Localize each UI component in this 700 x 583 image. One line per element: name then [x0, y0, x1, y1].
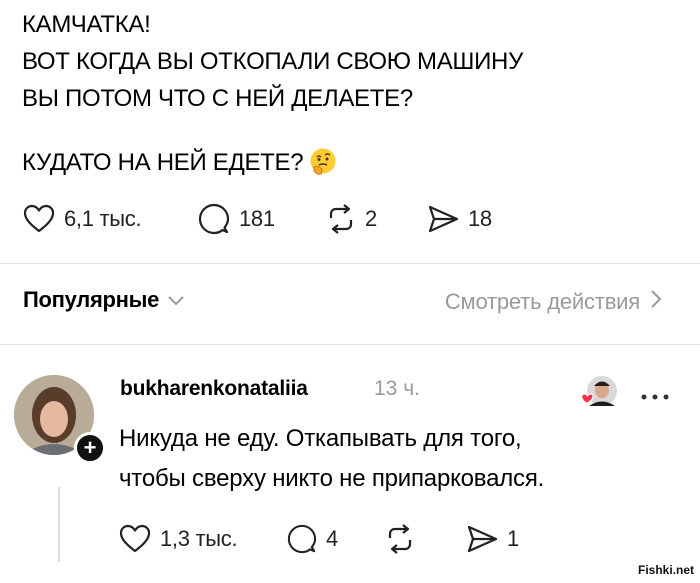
- share-count: 18: [468, 206, 492, 231]
- comment-button[interactable]: 181: [198, 201, 275, 237]
- comment-reply-button[interactable]: 4: [287, 521, 338, 557]
- comment-count: 181: [239, 206, 275, 231]
- send-icon: [466, 524, 498, 554]
- comment-reply-count: 4: [326, 526, 338, 551]
- comment-line: чтобы сверху никто не припарковался.: [119, 465, 545, 492]
- repost-button[interactable]: 2: [326, 201, 377, 237]
- follow-plus-icon[interactable]: +: [74, 432, 106, 464]
- chevron-down-icon: [159, 287, 185, 313]
- speech-bubble-icon: [198, 203, 230, 235]
- watermark: Fishki.net: [637, 563, 694, 577]
- post-action-bar: 6,1 тыс. 181 2 18: [23, 201, 523, 237]
- heart-icon: [119, 524, 151, 554]
- like-button[interactable]: 6,1 тыс.: [23, 201, 142, 237]
- share-button[interactable]: 18: [427, 201, 492, 237]
- comment-like-count: 1,3 тыс.: [160, 526, 238, 551]
- chevron-right-icon: [640, 289, 662, 315]
- comment-avatar[interactable]: +: [14, 375, 106, 464]
- thinking-face-emoji-icon: [309, 147, 337, 186]
- post-line: ВЫ ПОТОМ ЧТО С НЕЙ ДЕЛАЕТЕ?: [22, 85, 413, 112]
- like-count: 6,1 тыс.: [64, 206, 142, 231]
- comment-repost-button[interactable]: [385, 521, 415, 557]
- speech-bubble-icon: [287, 524, 317, 554]
- repost-icon: [326, 204, 356, 234]
- comment-share-count: 1: [507, 526, 519, 551]
- post-text: КАМЧАТКА! ВОТ КОГДА ВЫ ОТКОПАЛИ СВОЮ МАШ…: [22, 6, 523, 186]
- post-line-question: КУДАТО НА НЕЙ ЕДЕТЕ?: [22, 144, 523, 186]
- repost-icon: [385, 524, 415, 554]
- sort-dropdown[interactable]: Популярные: [23, 287, 185, 313]
- view-activity-label: Смотреть действия: [444, 289, 640, 314]
- thread-line: [58, 487, 60, 562]
- send-icon: [427, 204, 459, 234]
- divider: [0, 344, 700, 345]
- comment-line: Никуда не еду. Откапывать для того,: [119, 425, 522, 452]
- comment-username[interactable]: bukharenkonataliia: [120, 377, 308, 401]
- author-liked-indicator: [580, 373, 620, 413]
- view-activity-link[interactable]: Смотреть действия: [445, 289, 662, 315]
- post-line: КАМЧАТКА!: [22, 11, 151, 38]
- comment-like-button[interactable]: 1,3 тыс.: [119, 521, 238, 557]
- comment-share-button[interactable]: 1: [466, 521, 519, 557]
- more-options-icon[interactable]: [640, 388, 670, 406]
- post-line-question-text: КУДАТО НА НЕЙ ЕДЕТЕ?: [22, 149, 304, 176]
- divider: [0, 263, 700, 264]
- comment-action-bar: 1,3 тыс. 4 1: [119, 521, 539, 557]
- author-avatar-icon: [580, 376, 620, 417]
- post-line: ВОТ КОГДА ВЫ ОТКОПАЛИ СВОЮ МАШИНУ: [22, 48, 524, 75]
- repost-count: 2: [365, 206, 377, 231]
- heart-icon: [23, 204, 55, 234]
- sort-label: Популярные: [23, 287, 160, 312]
- comment-timestamp: 13 ч.: [374, 377, 420, 400]
- comment-text: Никуда не еду. Откапывать для того, чтоб…: [119, 419, 544, 499]
